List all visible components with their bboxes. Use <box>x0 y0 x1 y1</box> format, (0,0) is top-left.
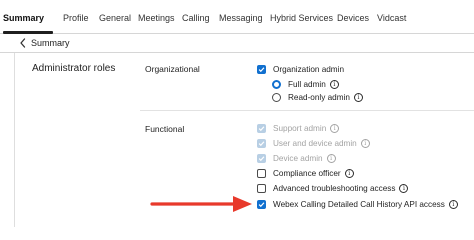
compliance-officer-option[interactable]: Compliance officer i <box>257 167 354 179</box>
org-admin-checkbox[interactable] <box>257 64 266 74</box>
tab-general[interactable]: General <box>99 13 131 23</box>
content-border <box>14 53 15 227</box>
device-admin-checkbox <box>257 153 266 163</box>
checkmark-icon <box>258 125 265 131</box>
user-device-admin-option: User and device admin i <box>257 137 370 149</box>
info-icon[interactable]: i <box>399 183 409 193</box>
info-icon[interactable]: i <box>344 168 354 178</box>
checkmark-icon <box>258 66 265 72</box>
tab-devices[interactable]: Devices <box>337 13 369 23</box>
info-icon[interactable]: i <box>448 199 458 209</box>
user-device-admin-label: User and device admin <box>273 138 357 148</box>
support-admin-label: Support admin <box>273 123 327 133</box>
checkmark-icon <box>258 155 265 161</box>
group-divider <box>140 110 474 111</box>
webex-calling-cdr-api-label: Webex Calling Detailed Call History API … <box>273 199 445 209</box>
compliance-officer-checkbox[interactable] <box>257 168 266 178</box>
tab-calling[interactable]: Calling <box>182 13 210 23</box>
functional-label: Functional <box>145 124 185 134</box>
advanced-troubleshooting-checkbox[interactable] <box>257 183 266 193</box>
user-device-admin-checkbox <box>257 138 266 148</box>
breadcrumb: Summary <box>0 34 474 53</box>
support-admin-checkbox <box>257 123 266 133</box>
tab-vidcast[interactable]: Vidcast <box>377 13 406 23</box>
full-admin-label: Full admin <box>288 79 326 89</box>
chevron-left-icon[interactable] <box>18 37 28 49</box>
tab-messaging[interactable]: Messaging <box>219 13 263 23</box>
info-icon[interactable]: i <box>353 92 363 102</box>
full-admin-option[interactable]: Full admin i <box>272 78 339 90</box>
info-icon[interactable]: i <box>360 138 370 148</box>
tab-summary[interactable]: Summary <box>3 13 44 23</box>
device-admin-option: Device admin i <box>257 152 336 164</box>
webex-calling-cdr-api-option[interactable]: Webex Calling Detailed Call History API … <box>257 198 458 210</box>
tab-profile[interactable]: Profile <box>63 13 89 23</box>
organizational-label: Organizational <box>145 64 200 74</box>
full-admin-radio[interactable] <box>272 79 281 89</box>
info-icon[interactable]: i <box>330 123 340 133</box>
support-admin-option: Support admin i <box>257 122 340 134</box>
breadcrumb-summary-link[interactable]: Summary <box>31 38 70 48</box>
compliance-officer-label: Compliance officer <box>273 168 341 178</box>
readonly-admin-radio[interactable] <box>272 92 281 102</box>
advanced-troubleshooting-label: Advanced troubleshooting access <box>273 183 396 193</box>
tab-bar: Summary Profile General Meetings Calling… <box>0 0 474 34</box>
org-admin-label: Organization admin <box>273 64 344 74</box>
info-icon[interactable]: i <box>326 153 336 163</box>
readonly-admin-label: Read-only admin <box>288 92 350 102</box>
tab-meetings[interactable]: Meetings <box>138 13 175 23</box>
device-admin-label: Device admin <box>273 153 323 163</box>
advanced-troubleshooting-option[interactable]: Advanced troubleshooting access i <box>257 182 409 194</box>
readonly-admin-option[interactable]: Read-only admin i <box>272 91 363 103</box>
checkmark-icon <box>258 201 265 207</box>
checkmark-icon <box>258 140 265 146</box>
section-title: Administrator roles <box>32 63 116 74</box>
info-icon[interactable]: i <box>329 79 339 89</box>
org-admin-option[interactable]: Organization admin <box>257 63 344 75</box>
webex-calling-cdr-api-checkbox[interactable] <box>257 199 266 209</box>
tab-hybrid-services[interactable]: Hybrid Services <box>270 13 333 23</box>
